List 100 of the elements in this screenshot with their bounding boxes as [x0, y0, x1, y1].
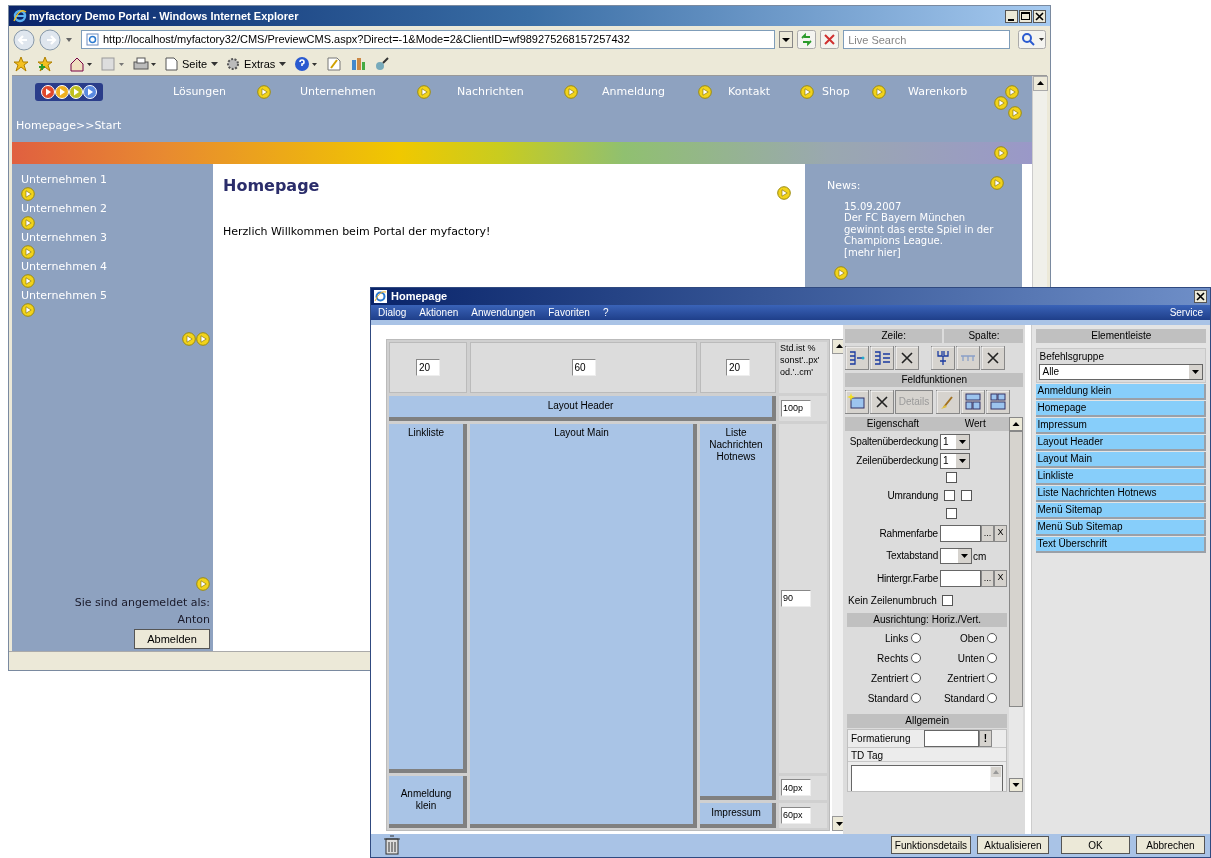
- play-icon[interactable]: [196, 577, 210, 591]
- checkbox[interactable]: [961, 489, 972, 501]
- number-field[interactable]: 20: [726, 358, 750, 376]
- edit-icon[interactable]: [326, 56, 343, 72]
- logout-button[interactable]: Abmelden: [134, 629, 210, 649]
- radio-button[interactable]: [911, 673, 922, 683]
- maximize-icon[interactable]: [1019, 9, 1032, 23]
- stop-icon[interactable]: [820, 30, 840, 49]
- add-star-icon[interactable]: [37, 56, 53, 72]
- play-icon[interactable]: [698, 85, 712, 99]
- clear-button[interactable]: X: [994, 524, 1007, 542]
- number-field[interactable]: 60px: [781, 806, 811, 824]
- radio-button[interactable]: [911, 693, 922, 703]
- delete-icon[interactable]: [870, 389, 894, 414]
- play-icon[interactable]: [1005, 85, 1019, 99]
- element-item[interactable]: Anmeldung klein: [1036, 383, 1206, 400]
- format-button[interactable]: !: [979, 729, 992, 747]
- play-icon[interactable]: [800, 85, 814, 99]
- merge-cell-icon[interactable]: [986, 389, 1010, 414]
- number-field[interactable]: 100p: [781, 399, 811, 417]
- element-item[interactable]: Text Überschrift: [1036, 536, 1206, 553]
- layout-cell[interactable]: Anmeldung klein: [389, 775, 467, 828]
- play-icon[interactable]: [21, 303, 35, 317]
- format-field[interactable]: [924, 729, 979, 747]
- menu-item[interactable]: Dialog: [378, 304, 407, 320]
- dialog-button[interactable]: Abbrechen: [1136, 836, 1205, 855]
- close-icon[interactable]: [1033, 9, 1046, 23]
- toolbar-button[interactable]: Extras: [226, 55, 287, 73]
- delete-icon[interactable]: [981, 345, 1005, 370]
- play-icon[interactable]: [21, 274, 35, 288]
- play-icon[interactable]: [834, 266, 848, 280]
- scrollbar[interactable]: [1009, 416, 1024, 792]
- element-item[interactable]: Menü Sub Sitemap: [1036, 519, 1206, 536]
- pick-button[interactable]: ...: [981, 524, 994, 542]
- clear-button[interactable]: X: [994, 569, 1007, 587]
- scroll-up-icon[interactable]: [1033, 76, 1048, 91]
- menu-item[interactable]: Favoriten: [548, 304, 590, 320]
- play-icon[interactable]: [417, 85, 431, 99]
- radio-button[interactable]: [987, 693, 998, 703]
- play-icon[interactable]: [257, 85, 271, 99]
- number-field[interactable]: 40px: [781, 779, 811, 796]
- pick-button[interactable]: ...: [981, 569, 994, 587]
- play-icon[interactable]: [21, 216, 35, 230]
- star-icon[interactable]: [13, 56, 29, 72]
- select-field[interactable]: Alle: [1039, 363, 1203, 380]
- checkbox[interactable]: [946, 507, 957, 519]
- address-field[interactable]: http://localhost/myfactory32/CMS/PreviewCMS.aspx?Direct=-1&Mode=2&ClientID=wf989275268157257432: [81, 30, 776, 49]
- toolbar-button[interactable]: Seite: [165, 55, 219, 73]
- checkbox[interactable]: [944, 489, 955, 501]
- dialog-button[interactable]: Aktualisieren: [977, 836, 1049, 855]
- play-icon[interactable]: [182, 332, 196, 346]
- color-field[interactable]: [940, 569, 981, 587]
- element-item[interactable]: Layout Header: [1036, 434, 1206, 451]
- layout-cell[interactable]: Liste Nachrichten Hotnews: [700, 423, 776, 800]
- play-icon[interactable]: [990, 176, 1004, 190]
- layout-cell[interactable]: Impressum: [700, 802, 776, 828]
- play-icon[interactable]: [21, 245, 35, 259]
- play-icon[interactable]: [196, 332, 210, 346]
- scroll-thumb[interactable]: [1009, 416, 1024, 707]
- element-item[interactable]: Liste Nachrichten Hotnews: [1036, 485, 1206, 502]
- dialog-button[interactable]: OK: [1061, 836, 1130, 855]
- menu-item[interactable]: ?: [602, 304, 609, 320]
- number-field[interactable]: 60: [571, 358, 596, 376]
- select-field[interactable]: [940, 547, 972, 564]
- logo-drawing[interactable]: [35, 83, 103, 101]
- play-icon[interactable]: [994, 96, 1008, 110]
- radio-button[interactable]: [987, 653, 998, 663]
- append-row-icon[interactable]: [870, 345, 894, 370]
- number-field[interactable]: 20: [416, 358, 440, 376]
- books-icon[interactable]: [350, 56, 367, 72]
- scroll-down-icon[interactable]: [1009, 777, 1024, 792]
- insert-column-icon[interactable]: [931, 345, 955, 370]
- play-icon[interactable]: [21, 187, 35, 201]
- insert-row-icon[interactable]: [845, 345, 869, 370]
- radio-button[interactable]: [987, 673, 998, 683]
- caret-icon[interactable]: [65, 35, 73, 44]
- layout-cell[interactable]: Layout Header: [389, 395, 776, 421]
- number-field[interactable]: 90: [781, 589, 811, 607]
- trash-icon[interactable]: [383, 835, 401, 856]
- play-icon[interactable]: [994, 146, 1008, 160]
- search-field[interactable]: Live Search: [843, 30, 1010, 49]
- menu-item[interactable]: Anwendungen: [471, 304, 536, 320]
- play-icon[interactable]: [872, 85, 886, 99]
- menu-item[interactable]: Service: [1169, 304, 1203, 320]
- radio-button[interactable]: [911, 633, 922, 643]
- checkbox[interactable]: [946, 471, 957, 483]
- back-icon[interactable]: [13, 28, 35, 51]
- element-item[interactable]: Homepage: [1036, 400, 1206, 417]
- play-icon[interactable]: [1008, 106, 1022, 120]
- play-icon[interactable]: [564, 85, 578, 99]
- color-field[interactable]: [940, 524, 981, 542]
- element-item[interactable]: Impressum: [1036, 417, 1206, 434]
- element-item[interactable]: Menü Sitemap: [1036, 502, 1206, 519]
- minimize-icon[interactable]: [1005, 9, 1018, 23]
- new-field-icon[interactable]: [845, 389, 869, 414]
- radio-button[interactable]: [911, 653, 922, 663]
- split-cell-icon[interactable]: [961, 389, 985, 414]
- home-icon[interactable]: [69, 56, 93, 72]
- layout-cell[interactable]: Linkliste: [389, 423, 467, 773]
- layout-cell[interactable]: Layout Main: [470, 423, 697, 828]
